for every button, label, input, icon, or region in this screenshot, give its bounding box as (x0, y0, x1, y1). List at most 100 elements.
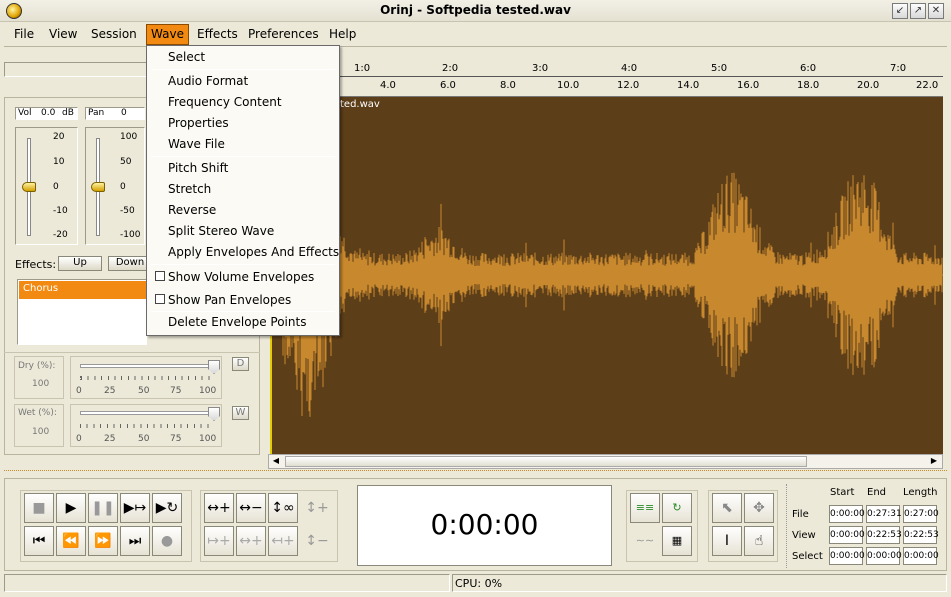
menu-item-wave-file[interactable]: Wave File (168, 137, 225, 151)
scroll-right-icon[interactable]: ▶ (928, 456, 940, 467)
select-start-field[interactable]: 0:00:00 (829, 547, 865, 565)
view-start-field[interactable]: 0:00:00 (829, 526, 865, 544)
move-tool-icon[interactable]: ✥ (744, 493, 774, 523)
play-selection-button[interactable]: ▶↦ (120, 493, 150, 523)
close-button[interactable]: ✕ (928, 3, 944, 19)
splitter[interactable] (4, 470, 947, 474)
scroll-left-icon[interactable]: ◀ (270, 456, 282, 467)
text-cursor-tool-icon[interactable]: I (712, 526, 742, 556)
effects-list-item[interactable]: Chorus (19, 281, 146, 299)
menu-item-select[interactable]: Select (168, 50, 205, 64)
piano-roll-icon[interactable]: ▦ (662, 526, 692, 556)
menu-item-split-stereo-wave[interactable]: Split Stereo Wave (168, 224, 274, 238)
fast-forward-button[interactable]: ⏩ (88, 526, 118, 556)
volume-slider-thumb[interactable] (22, 182, 36, 192)
dry-slider[interactable] (80, 364, 214, 368)
row-label: Select (792, 551, 823, 562)
dry-ticks (80, 376, 214, 380)
loop-mode-icon[interactable]: ↻ (662, 493, 692, 523)
pointer-tool-icon[interactable]: ⬉ (712, 493, 742, 523)
ruler-minor-tick: 20.0 (857, 80, 880, 91)
menu-item-show-pan-envelopes[interactable]: Show Pan Envelopes (168, 293, 291, 307)
ruler-major-tick: 6:0 (800, 63, 817, 74)
record-button[interactable]: ● (152, 526, 182, 556)
wet-slider[interactable] (80, 411, 214, 415)
scroll-thumb[interactable] (285, 456, 807, 467)
pause-button[interactable]: ❚❚ (88, 493, 118, 523)
zoom-full-vertical-button[interactable]: ↕∞ (268, 493, 298, 523)
ruler-minor-tick: 4.0 (380, 80, 396, 91)
volume-field[interactable]: Vol 0.0 dB (15, 107, 78, 120)
wet-toggle-button[interactable]: W (232, 406, 249, 420)
status-bar: CPU: 0% (4, 574, 947, 593)
menu-item-audio-format[interactable]: Audio Format (168, 74, 248, 88)
go-to-end-button[interactable]: ⏭ (120, 526, 150, 556)
status-pane-right: CPU: 0% (452, 574, 947, 592)
ruler-major-tick: 1:0 (354, 63, 371, 74)
waveform-view[interactable] (271, 97, 943, 454)
ruler-minor-tick: 22.0 (916, 80, 939, 91)
ruler-minor-tick: 18.0 (797, 80, 820, 91)
wave-view-icon[interactable]: ∼∼ (630, 526, 660, 556)
zoom-right-button[interactable]: ↤+ (268, 526, 298, 556)
loop-play-button[interactable]: ▶↻ (152, 493, 182, 523)
ruler-minor-tick: 10.0 (557, 80, 580, 91)
column-header: End (867, 487, 887, 498)
menu-file[interactable]: File (14, 27, 34, 41)
file-start-field[interactable]: 0:00:00 (829, 505, 865, 523)
zoom-in-vertical-button[interactable]: ↕+ (302, 493, 332, 523)
ruler-major-tick: 3:0 (532, 63, 549, 74)
menu-bar: File View Session Wave Effects Preferenc… (0, 24, 951, 45)
menu-item-pitch-shift[interactable]: Pitch Shift (168, 161, 228, 175)
menu-item-delete-envelope-points[interactable]: Delete Envelope Points (168, 315, 306, 329)
menu-item-show-volume-envelopes[interactable]: Show Volume Envelopes (168, 270, 314, 284)
minimize-button[interactable]: ↙ (892, 3, 908, 19)
menu-item-apply-envelopes[interactable]: Apply Envelopes And Effects (168, 245, 339, 259)
column-header: Start (830, 487, 855, 498)
dry-toggle-button[interactable]: D (232, 357, 249, 371)
pan-slider-thumb[interactable] (91, 182, 105, 192)
horizontal-scrollbar[interactable]: ◀ ▶ (268, 454, 943, 469)
select-end-field[interactable]: 0:00:00 (866, 547, 902, 565)
select-length-field[interactable]: 0:00:00 (903, 547, 939, 565)
menu-item-stretch[interactable]: Stretch (168, 182, 211, 196)
pan-field[interactable]: Pan 0 (85, 107, 145, 120)
view-end-field[interactable]: 0:22:53 (866, 526, 902, 544)
cpu-usage: CPU: 0% (455, 577, 503, 590)
maximize-button[interactable]: ↗ (910, 3, 926, 19)
zoom-in-horizontal-button[interactable]: ↔+ (204, 493, 234, 523)
track-filename: ted.wav (340, 99, 380, 110)
menu-session[interactable]: Session (91, 27, 137, 41)
menu-item-properties[interactable]: Properties (168, 116, 229, 130)
multitrack-view-icon[interactable]: ≡≡ (630, 493, 660, 523)
timeline-ruler[interactable]: 1:0 2:0 3:0 4:0 5:0 6:0 7:0 4.0 6.0 8.0 … (340, 62, 943, 97)
menu-item-reverse[interactable]: Reverse (168, 203, 216, 217)
menu-effects[interactable]: Effects (197, 27, 238, 41)
menu-preferences[interactable]: Preferences (248, 27, 319, 41)
zoom-left-button[interactable]: ↔+ (236, 526, 266, 556)
hand-tool-icon[interactable]: ☝ (744, 526, 774, 556)
go-to-start-button[interactable]: ⏮ (24, 526, 54, 556)
effects-list[interactable]: Chorus (17, 279, 147, 345)
menu-wave[interactable]: Wave (146, 24, 189, 45)
zoom-out-vertical-button[interactable]: ↕− (302, 526, 332, 556)
zoom-out-horizontal-button[interactable]: ↔− (236, 493, 266, 523)
wet-ticks (80, 424, 214, 428)
wet-box (14, 404, 64, 447)
zoom-selection-button[interactable]: ↦+ (204, 526, 234, 556)
ruler-minor-tick: 8.0 (500, 80, 516, 91)
stop-button[interactable]: ■ (24, 493, 54, 523)
menu-help[interactable]: Help (329, 27, 356, 41)
rewind-button[interactable]: ⏪ (56, 526, 86, 556)
ruler-major-tick: 5:0 (711, 63, 728, 74)
play-button[interactable]: ▶ (56, 493, 86, 523)
menu-item-frequency-content[interactable]: Frequency Content (168, 95, 282, 109)
volume-envelopes-checkbox[interactable] (155, 271, 165, 281)
file-end-field[interactable]: 0:27:31 (866, 505, 902, 523)
row-label: File (792, 509, 809, 520)
effect-up-button[interactable]: Up (58, 256, 102, 271)
view-length-field[interactable]: 0:22:53 (903, 526, 939, 544)
file-length-field[interactable]: 0:27:00 (903, 505, 939, 523)
pan-envelopes-checkbox[interactable] (155, 294, 165, 304)
menu-view[interactable]: View (49, 27, 77, 41)
